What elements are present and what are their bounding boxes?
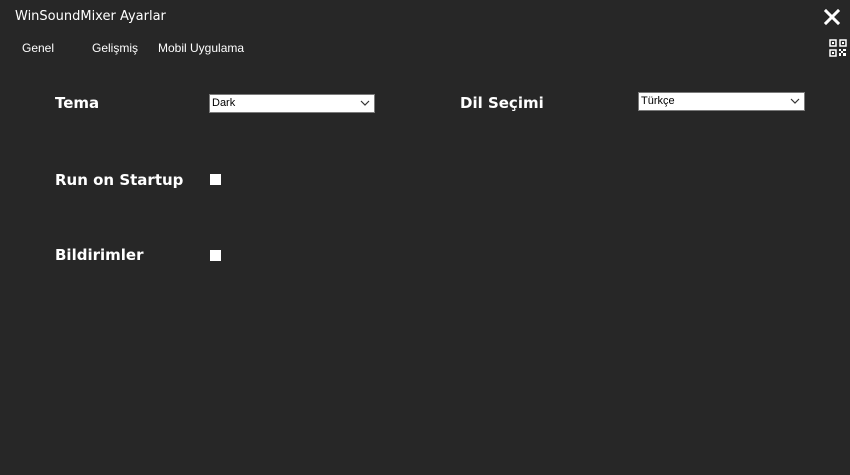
tab-gelismis[interactable]: Gelişmiş — [92, 41, 138, 55]
chevron-down-icon — [790, 98, 800, 104]
close-button[interactable] — [822, 7, 842, 27]
notifications-checkbox[interactable] — [210, 250, 221, 261]
startup-checkbox[interactable] — [210, 174, 221, 185]
qr-code-icon — [829, 39, 847, 57]
tab-mobil-uygulama[interactable]: Mobil Uygulama — [158, 41, 244, 55]
settings-window: WinSoundMixer Ayarlar Genel Gelişmiş Mob… — [0, 0, 850, 475]
language-label: Dil Seçimi — [460, 94, 544, 112]
notifications-label: Bildirimler — [55, 246, 144, 264]
qr-code-button[interactable] — [829, 39, 847, 57]
tab-genel[interactable]: Genel — [22, 41, 54, 55]
chevron-down-icon — [360, 100, 370, 106]
window-title: WinSoundMixer Ayarlar — [15, 9, 166, 24]
language-select-value: Türkçe — [641, 95, 675, 107]
theme-label: Tema — [55, 94, 100, 112]
language-select[interactable]: Türkçe — [638, 92, 805, 111]
startup-label: Run on Startup — [55, 171, 184, 189]
theme-select[interactable]: Dark — [209, 94, 375, 113]
close-icon — [823, 8, 841, 26]
theme-select-value: Dark — [212, 97, 236, 109]
